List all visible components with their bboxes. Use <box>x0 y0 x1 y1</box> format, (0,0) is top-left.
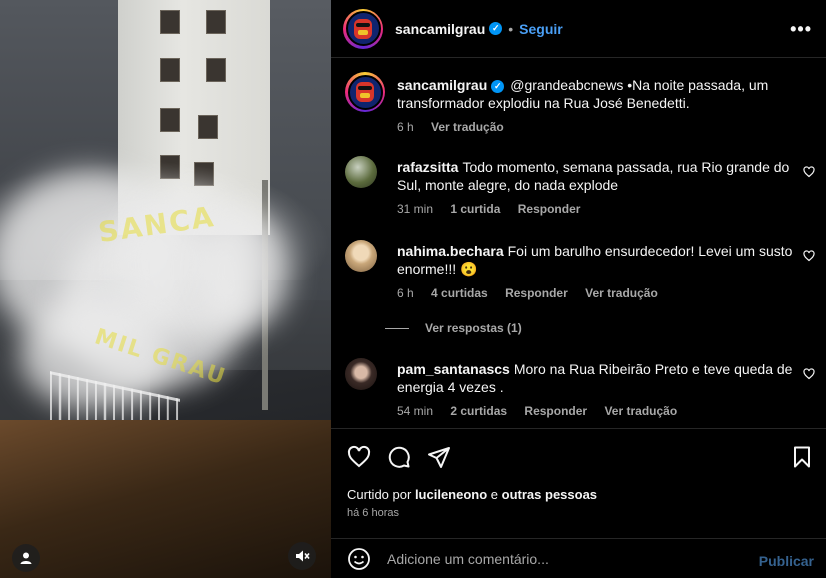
post-caption: sancamilgrau ✓ @grandeabcnews •Na noite pa… <box>345 72 815 142</box>
emoji-icon[interactable] <box>347 547 371 571</box>
window <box>206 58 226 82</box>
reply-button[interactable]: Responder <box>524 404 587 418</box>
liked-by-prefix: Curtido por <box>347 487 412 502</box>
comment-time: 6 h <box>397 286 414 300</box>
speaker-muted-icon <box>296 550 310 562</box>
comment-composer: Publicar <box>331 538 826 578</box>
post-panel: sancamilgrau ✓ • Seguir ••• sancamilgrau… <box>331 0 826 578</box>
liked-by-user[interactable]: lucileneono <box>415 487 487 502</box>
verified-badge-icon: ✓ <box>491 79 505 93</box>
view-replies-label: Ver respostas (1) <box>425 321 522 335</box>
author-username[interactable]: sancamilgrau <box>395 21 485 37</box>
publish-button[interactable]: Publicar <box>759 553 814 569</box>
more-options-button[interactable]: ••• <box>790 19 812 40</box>
caption-time: 6 h <box>397 120 414 134</box>
heart-icon[interactable] <box>803 166 815 178</box>
comment-item: pam_santanascs Moro na Rua Ribeirão Preto… <box>345 358 815 428</box>
liked-by: Curtido por lucileneono e outras pessoas <box>347 487 597 502</box>
post-actions: Curtido por lucileneono e outras pessoas… <box>331 428 826 538</box>
tagged-users-button[interactable] <box>12 544 40 572</box>
author-avatar[interactable] <box>343 8 383 49</box>
commenter-avatar[interactable] <box>345 240 377 272</box>
post-timestamp: há 6 horas <box>347 507 399 519</box>
comment-likes[interactable]: 1 curtida <box>450 202 500 216</box>
comment-username[interactable]: rafazsitta <box>397 159 458 175</box>
bookmark-icon[interactable] <box>790 445 814 469</box>
comment-item: nahima.bechara Foi um barulho ensurdecedo… <box>345 240 815 310</box>
separator-dot: • <box>508 20 514 37</box>
reply-button[interactable]: Responder <box>518 202 581 216</box>
commenter-avatar[interactable] <box>345 358 377 390</box>
user-icon <box>20 552 32 564</box>
window <box>160 108 180 132</box>
post-header: sancamilgrau ✓ • Seguir ••• <box>331 0 826 58</box>
comment-time: 31 min <box>397 202 434 216</box>
caption-username[interactable]: sancamilgrau <box>397 77 487 93</box>
comment-translate-link[interactable]: Ver tradução <box>604 404 677 418</box>
post-media[interactable]: SANCA MIL GRAU <box>0 0 331 578</box>
commenter-avatar[interactable] <box>345 156 377 188</box>
follow-button[interactable]: Seguir <box>519 21 563 37</box>
heart-icon[interactable] <box>803 368 815 380</box>
comment-item: rafazsitta Todo momento, semana passada, … <box>345 156 815 226</box>
window <box>160 10 180 34</box>
window <box>198 115 218 139</box>
foreground-wall <box>0 420 331 578</box>
reply-button[interactable]: Responder <box>505 286 568 300</box>
mute-button[interactable] <box>288 542 316 570</box>
heart-icon[interactable] <box>803 250 815 262</box>
heart-icon[interactable] <box>347 445 371 469</box>
avatar-logo <box>356 82 374 102</box>
comment-time: 54 min <box>397 404 434 418</box>
comment-icon[interactable] <box>387 445 411 469</box>
replies-divider <box>385 327 409 329</box>
view-replies-toggle[interactable]: Ver respostas (1) <box>385 321 522 335</box>
comment-username[interactable]: pam_santanascs <box>397 361 510 377</box>
comment-likes[interactable]: 2 curtidas <box>450 404 507 418</box>
liked-by-and: e <box>490 487 499 502</box>
comment-username[interactable]: nahima.bechara <box>397 243 504 259</box>
comment-translate-link[interactable]: Ver tradução <box>585 286 658 300</box>
author-avatar[interactable] <box>345 72 385 112</box>
comment-input[interactable] <box>387 550 747 567</box>
send-icon[interactable] <box>427 445 451 469</box>
verified-badge-icon: ✓ <box>489 22 503 35</box>
avatar-logo <box>354 18 372 39</box>
window <box>160 58 180 82</box>
comment-likes[interactable]: 4 curtidas <box>431 286 488 300</box>
comments-list[interactable]: sancamilgrau ✓ @grandeabcnews •Na noite pa… <box>331 58 826 428</box>
window <box>206 10 226 34</box>
caption-translate-link[interactable]: Ver tradução <box>431 120 504 134</box>
liked-by-others[interactable]: outras pessoas <box>502 487 597 502</box>
